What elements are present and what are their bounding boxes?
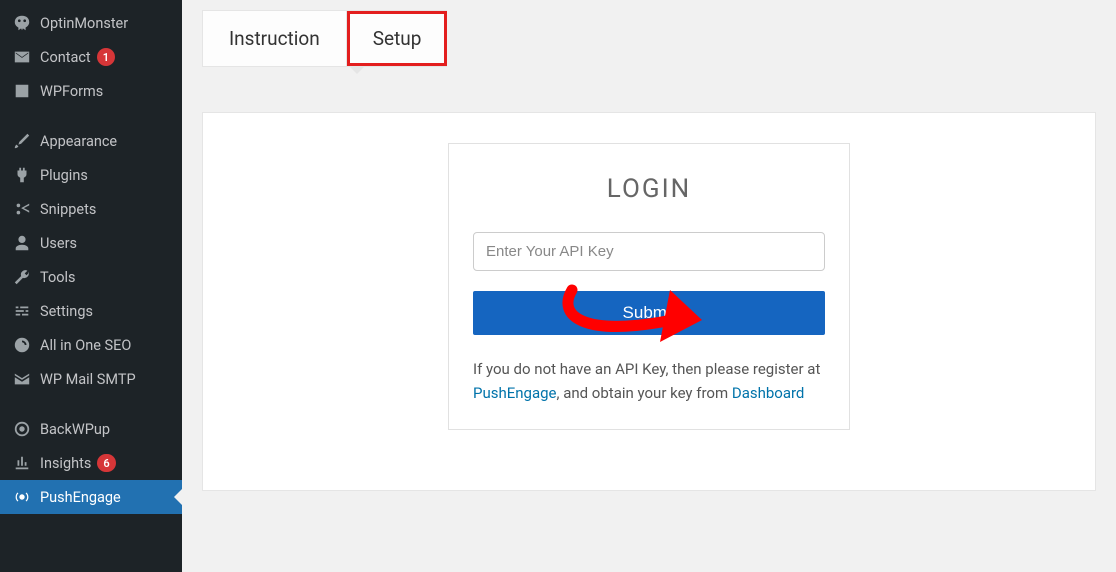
sidebar-item-label: All in One SEO [40,337,131,354]
sidebar-item-tools[interactable]: Tools [0,260,182,294]
sidebar-item-snippets[interactable]: Snippets [0,192,182,226]
monster-icon [12,13,32,33]
backup-icon [12,419,32,439]
form-icon [12,81,32,101]
wrench-icon [12,267,32,287]
sidebar-item-label: Snippets [40,201,96,218]
sidebar-item-label: BackWPup [40,421,110,438]
sidebar-item-wpmailsmtp[interactable]: WP Mail SMTP [0,362,182,396]
sidebar-item-label: Users [40,235,77,252]
sidebar-item-label: PushEngage [40,489,121,506]
sidebar-item-contact[interactable]: Contact 1 [0,40,182,74]
admin-sidebar: OptinMonster Contact 1 WPForms Appearanc… [0,0,182,572]
sidebar-item-label: OptinMonster [40,15,128,32]
sidebar-item-appearance[interactable]: Appearance [0,124,182,158]
plug-icon [12,165,32,185]
sidebar-item-label: Insights [40,455,91,472]
sliders-icon [12,301,32,321]
sidebar-item-label: Settings [40,303,93,320]
content-card: LOGIN Submit If you do not have an API K… [202,112,1096,491]
tab-pointer-arrow [349,66,365,74]
api-key-input[interactable] [473,232,825,271]
pushengage-link[interactable]: PushEngage [473,384,557,402]
tab-bar: Instruction Setup [202,10,447,67]
sidebar-item-label: Plugins [40,167,88,184]
help-text-middle: , and obtain your key from [557,384,732,402]
sidebar-item-plugins[interactable]: Plugins [0,158,182,192]
seo-icon [12,335,32,355]
sidebar-item-users[interactable]: Users [0,226,182,260]
scissors-icon [12,199,32,219]
notification-badge: 1 [97,48,115,66]
sidebar-item-settings[interactable]: Settings [0,294,182,328]
sidebar-item-label: Appearance [40,133,117,150]
notification-badge: 6 [97,454,115,472]
broadcast-icon [12,487,32,507]
sidebar-item-optinmonster[interactable]: OptinMonster [0,6,182,40]
sidebar-item-label: Tools [40,269,76,286]
sidebar-item-pushengage[interactable]: PushEngage [0,480,182,514]
sidebar-item-label: WP Mail SMTP [40,371,136,388]
mail-icon [12,47,32,67]
sidebar-item-allinoneseo[interactable]: All in One SEO [0,328,182,362]
help-text: If you do not have an API Key, then plea… [473,357,825,405]
main-content: Instruction Setup LOGIN Submit If you do… [182,0,1116,572]
user-icon [12,233,32,253]
sidebar-item-insights[interactable]: Insights 6 [0,446,182,480]
tab-instruction[interactable]: Instruction [203,11,347,66]
sidebar-item-wpforms[interactable]: WPForms [0,74,182,108]
tab-setup[interactable]: Setup [347,11,448,66]
submit-button[interactable]: Submit [473,291,825,335]
login-title: LOGIN [473,174,825,204]
sidebar-item-label: Contact [40,49,91,66]
help-text-prefix: If you do not have an API Key, then plea… [473,360,820,378]
sidebar-item-label: WPForms [40,83,103,100]
dashboard-link[interactable]: Dashboard [732,384,805,402]
sidebar-item-backwpup[interactable]: BackWPup [0,412,182,446]
brush-icon [12,131,32,151]
login-card: LOGIN Submit If you do not have an API K… [448,143,850,430]
mail-fly-icon [12,369,32,389]
chart-icon [12,453,32,473]
